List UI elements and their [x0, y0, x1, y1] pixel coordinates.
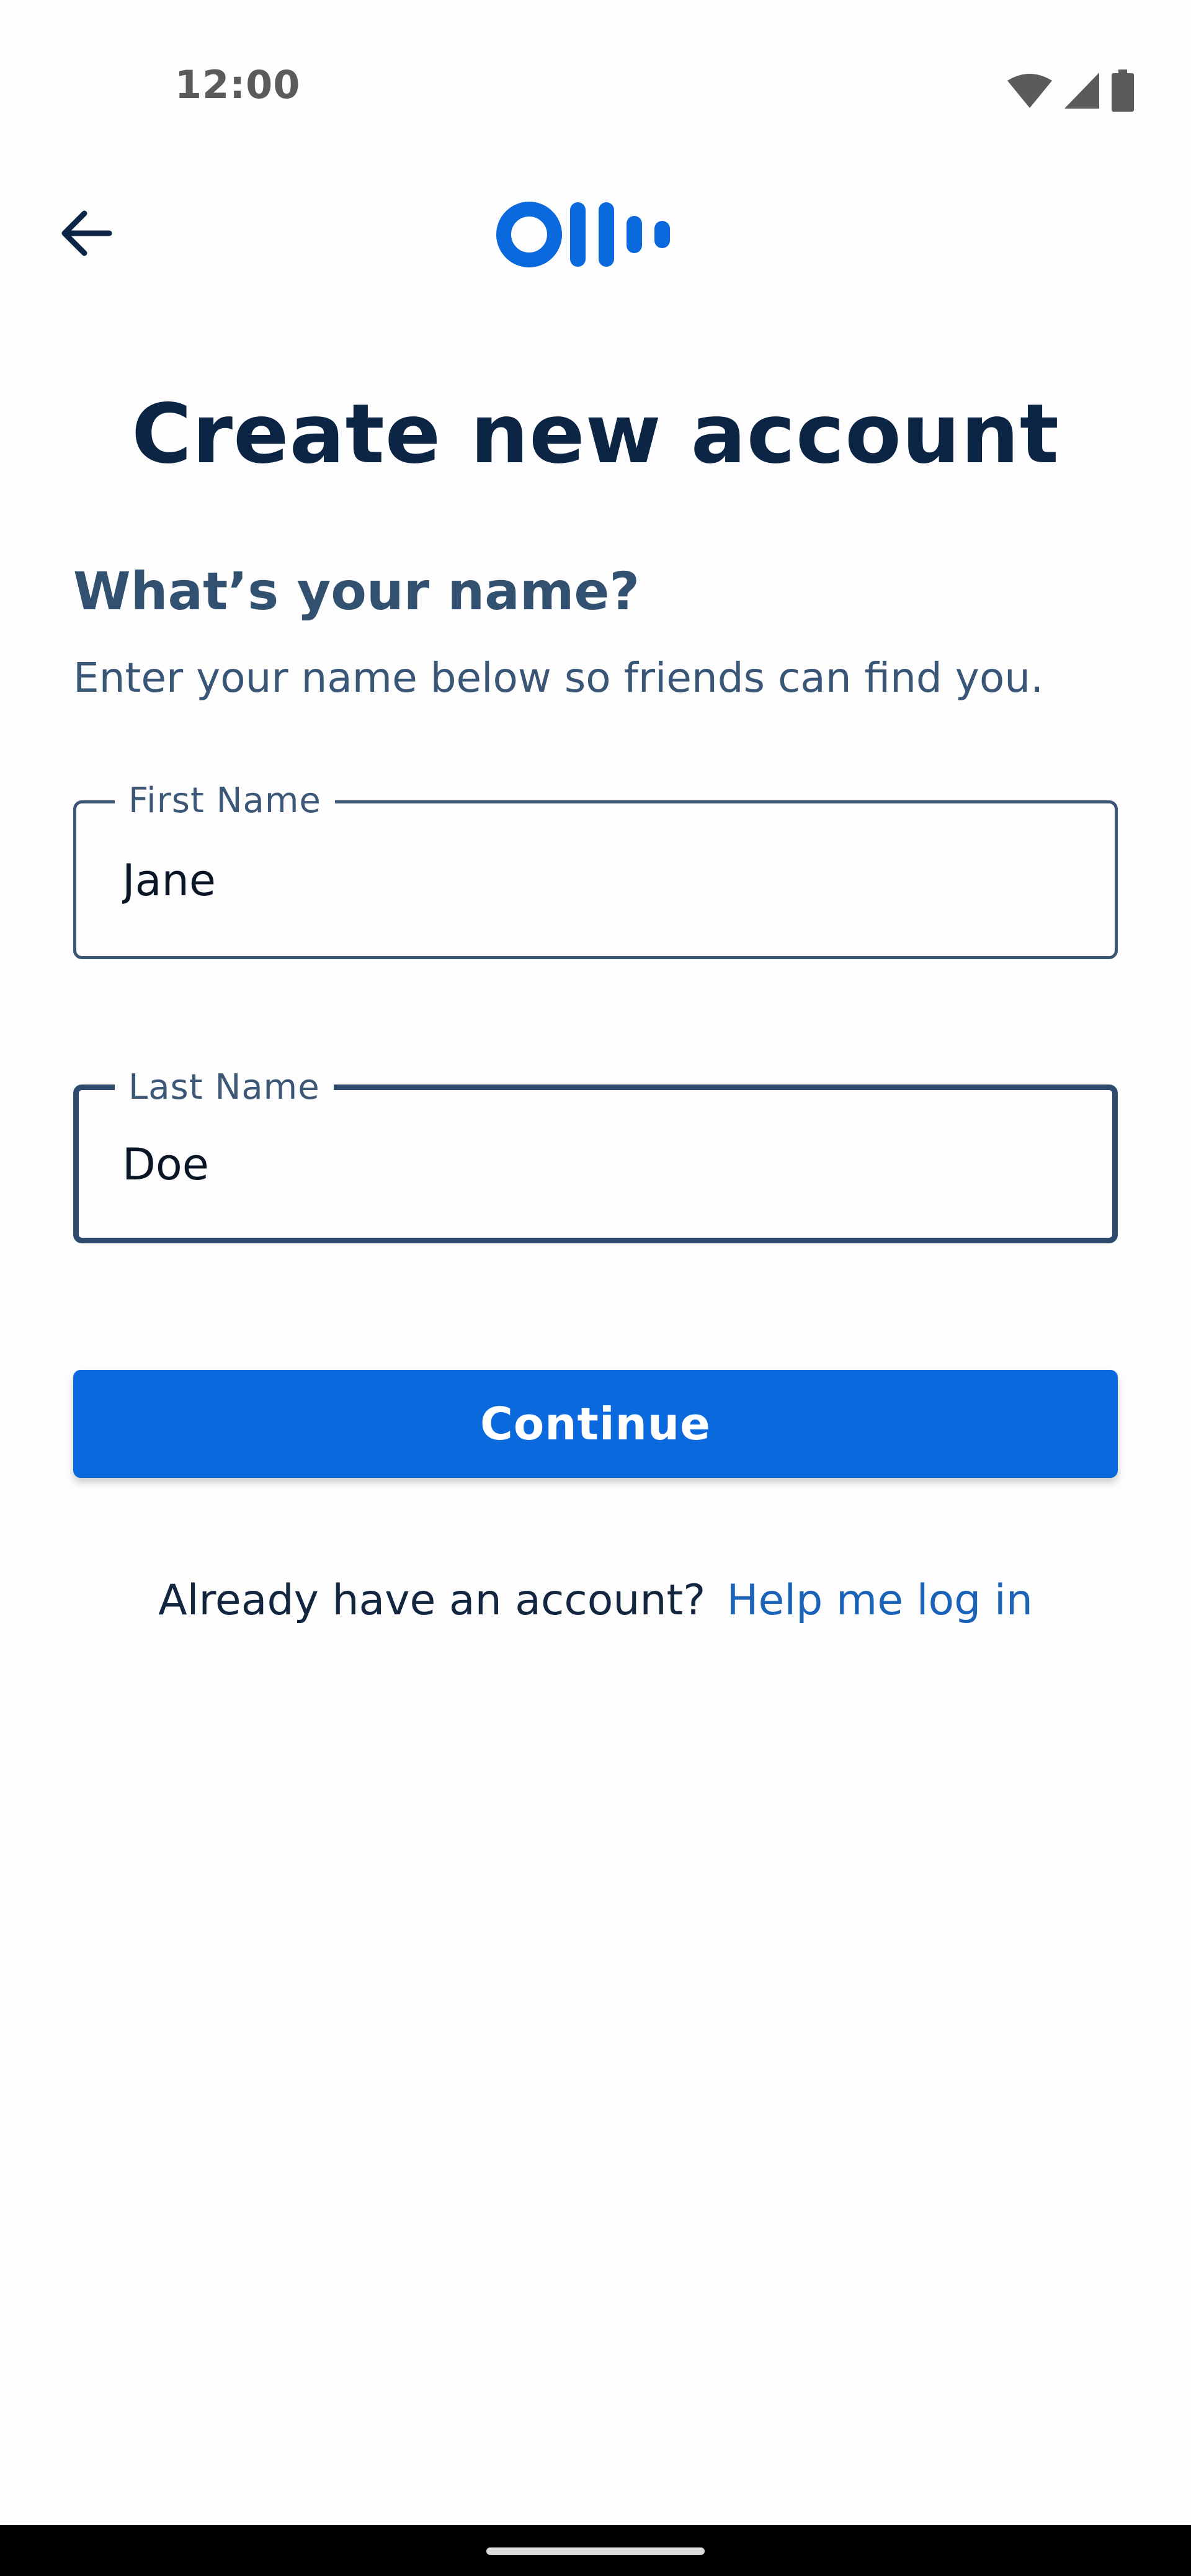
login-prompt-text: Already have an account?	[158, 1576, 706, 1625]
first-name-label: First Name	[115, 777, 335, 825]
battery-icon	[1110, 69, 1135, 112]
login-prompt-row: Already have an account? Help me log in	[0, 1570, 1191, 1632]
cellular-signal-icon	[1063, 71, 1100, 110]
navigation-bar	[0, 2525, 1191, 2576]
back-button[interactable]	[51, 200, 120, 269]
otter-logo	[495, 197, 675, 272]
continue-button[interactable]: Continue	[73, 1370, 1118, 1478]
first-name-field[interactable]: First Name	[73, 777, 1118, 959]
home-gesture-handle[interactable]	[486, 2547, 705, 2555]
status-icons	[1006, 67, 1135, 114]
section-subtitle: Enter your name below so friends can fin…	[73, 654, 1044, 702]
wifi-icon	[1006, 72, 1053, 109]
section-heading: What’s your name?	[73, 561, 640, 622]
last-name-field[interactable]: Last Name	[73, 1064, 1118, 1243]
last-name-input[interactable]	[122, 1134, 1065, 1196]
page-title: Create new account	[132, 387, 1059, 482]
last-name-label: Last Name	[115, 1064, 334, 1111]
status-time: 12:00	[175, 62, 301, 107]
help-me-log-in-link[interactable]: Help me log in	[726, 1576, 1033, 1625]
status-bar: 12:00	[0, 0, 1191, 143]
arrow-left-icon	[60, 210, 112, 260]
first-name-input[interactable]	[122, 849, 1065, 911]
